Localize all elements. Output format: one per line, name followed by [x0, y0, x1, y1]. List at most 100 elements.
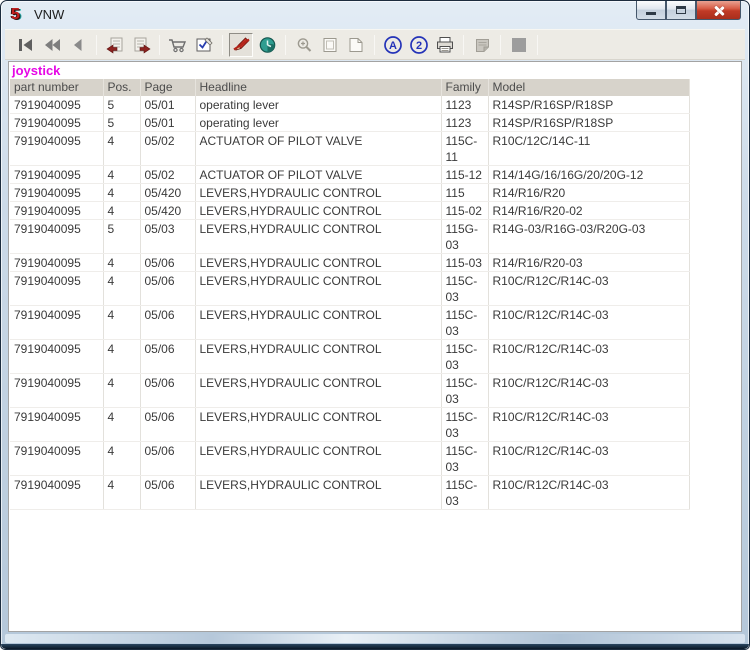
cell-model: R14G-03/R16G-03/R20G-03: [488, 219, 690, 254]
go-to-first-button[interactable]: [14, 33, 38, 57]
results-table: part number Pos. Page Headline Family Model 7…: [10, 79, 690, 510]
cell-headline[interactable]: LEVERS,HYDRAULIC CONTROL: [195, 441, 442, 476]
table-row[interactable]: 7919040095 4 05/06 LEVERS,HYDRAULIC CONTROL…: [10, 305, 690, 340]
maximize-button[interactable]: [666, 1, 696, 20]
cell-headline[interactable]: LEVERS,HYDRAULIC CONTROL: [195, 305, 442, 340]
color-swatch-button[interactable]: [507, 33, 531, 57]
results-pane: joystick part number Pos. Page Headline Fami…: [8, 61, 742, 632]
cell-family: 115C-11: [441, 131, 489, 166]
table-row[interactable]: 7919040095 4 05/06 LEVERS,HYDRAULIC CONTROL…: [10, 475, 690, 510]
zoom-button[interactable]: [292, 33, 316, 57]
column-header-family[interactable]: Family: [441, 79, 489, 96]
table-row[interactable]: 7919040095 4 05/06 LEVERS,HYDRAULIC CONTROL…: [10, 373, 690, 408]
page-view-button[interactable]: [318, 33, 342, 57]
cell-pos: 4: [103, 373, 141, 408]
cell-page: 05/06: [140, 253, 196, 272]
cell-part: 7919040095: [10, 373, 104, 408]
cell-headline[interactable]: operating lever: [195, 96, 442, 114]
cell-family: 115C-03: [441, 441, 489, 476]
back-icon: [74, 38, 82, 51]
page-view-folded-button[interactable]: [344, 33, 368, 57]
search-term-label: joystick: [12, 63, 61, 78]
back-button[interactable]: [66, 33, 90, 57]
column-header-pos[interactable]: Pos.: [103, 79, 141, 96]
cell-pos: 4: [103, 305, 141, 340]
cell-headline[interactable]: LEVERS,HYDRAULIC CONTROL: [195, 339, 442, 374]
toolbar-separator: [374, 34, 375, 55]
table-row[interactable]: 7919040095 4 05/02 ACTUATOR OF PILOT VALVE 1…: [10, 165, 690, 184]
cell-pos: 4: [103, 339, 141, 374]
svg-text:2: 2: [416, 40, 422, 52]
table-row[interactable]: 7919040095 5 05/03 LEVERS,HYDRAULIC CONTROL…: [10, 219, 690, 254]
column-header-part[interactable]: part number: [10, 79, 104, 96]
cell-model: R10C/R12C/R14C-03: [488, 305, 690, 340]
hide-annotations-button[interactable]: [229, 32, 253, 57]
cell-pos: 4: [103, 271, 141, 306]
column-header-model[interactable]: Model: [488, 79, 690, 96]
cell-headline[interactable]: LEVERS,HYDRAULIC CONTROL: [195, 475, 442, 510]
cell-headline[interactable]: ACTUATOR OF PILOT VALVE: [195, 165, 442, 184]
cell-part: 7919040095: [10, 201, 104, 220]
table-row[interactable]: 7919040095 4 05/02 ACTUATOR OF PILOT VALVE 1…: [10, 131, 690, 166]
cell-model: R14/R16/R20: [488, 183, 690, 202]
table-row[interactable]: 7919040095 4 05/06 LEVERS,HYDRAULIC CONTROL…: [10, 407, 690, 442]
globe-clock-button[interactable]: [255, 33, 279, 57]
circled-a-icon: A: [384, 35, 402, 54]
cell-headline[interactable]: LEVERS,HYDRAULIC CONTROL: [195, 271, 442, 306]
notes-button[interactable]: [470, 33, 494, 57]
order-form-button[interactable]: [192, 33, 216, 57]
fast-backward-button[interactable]: [40, 33, 64, 57]
table-row[interactable]: 7919040095 4 05/06 LEVERS,HYDRAULIC CONTROL…: [10, 441, 690, 476]
cell-page: 05/420: [140, 183, 196, 202]
cell-headline[interactable]: LEVERS,HYDRAULIC CONTROL: [195, 183, 442, 202]
document-back-button[interactable]: [103, 33, 127, 57]
notes-pad-icon: [475, 38, 489, 52]
shopping-cart-button[interactable]: [166, 33, 190, 57]
table-row[interactable]: 7919040095 5 05/01 operating lever 1123 R14SP…: [10, 96, 690, 114]
print-button[interactable]: [433, 33, 457, 57]
cell-family: 115C-03: [441, 271, 489, 306]
column-header-page[interactable]: Page: [140, 79, 196, 96]
cell-part: 7919040095: [10, 407, 104, 442]
toolbar-separator: [500, 34, 501, 55]
cell-headline[interactable]: LEVERS,HYDRAULIC CONTROL: [195, 253, 442, 272]
close-button[interactable]: [696, 1, 741, 20]
table-row[interactable]: 7919040095 4 05/420 LEVERS,HYDRAULIC CONTRO…: [10, 201, 690, 220]
cell-pos: 5: [103, 113, 141, 132]
cell-headline[interactable]: LEVERS,HYDRAULIC CONTROL: [195, 201, 442, 220]
title-bar[interactable]: 5 5 VNW: [1, 1, 749, 28]
table-row[interactable]: 7919040095 4 05/420 LEVERS,HYDRAULIC CONTRO…: [10, 183, 690, 202]
highlight-a-button[interactable]: A: [381, 33, 405, 57]
cell-family: 115: [441, 183, 489, 202]
cell-headline[interactable]: operating lever: [195, 113, 442, 132]
cell-family: 115-02: [441, 201, 489, 220]
cell-model: R14SP/R16SP/R18SP: [488, 113, 690, 132]
cell-headline[interactable]: LEVERS,HYDRAULIC CONTROL: [195, 407, 442, 442]
window-frame-glass: [5, 634, 745, 643]
cell-model: R10C/R12C/R14C-03: [488, 407, 690, 442]
maximize-icon: [676, 6, 686, 14]
cell-family: 1123: [441, 96, 489, 114]
highlight-2-button[interactable]: 2: [407, 33, 431, 57]
table-row[interactable]: 7919040095 4 05/06 LEVERS,HYDRAULIC CONTROL…: [10, 253, 690, 272]
cell-model: R14/R16/R20-02: [488, 201, 690, 220]
table-body: 7919040095 5 05/01 operating lever 1123 R14SP…: [10, 96, 690, 510]
document-forward-button[interactable]: [129, 33, 153, 57]
cell-model: R10C/R12C/R14C-03: [488, 271, 690, 306]
table-row[interactable]: 7919040095 4 05/06 LEVERS,HYDRAULIC CONTROL…: [10, 271, 690, 306]
table-row[interactable]: 7919040095 4 05/06 LEVERS,HYDRAULIC CONTROL…: [10, 339, 690, 374]
cell-headline[interactable]: LEVERS,HYDRAULIC CONTROL: [195, 219, 442, 254]
svg-text:A: A: [389, 40, 397, 52]
column-header-headline[interactable]: Headline: [195, 79, 442, 96]
cell-page: 05/420: [140, 201, 196, 220]
cell-model: R10C/R12C/R14C-03: [488, 441, 690, 476]
cell-model: R10C/R12C/R14C-03: [488, 373, 690, 408]
cell-headline[interactable]: ACTUATOR OF PILOT VALVE: [195, 131, 442, 166]
minimize-button[interactable]: [636, 1, 666, 20]
table-row[interactable]: 7919040095 5 05/01 operating lever 1123 R14SP…: [10, 113, 690, 132]
cell-page: 05/06: [140, 271, 196, 306]
printer-icon: [437, 36, 453, 52]
cell-page: 05/03: [140, 219, 196, 254]
cell-headline[interactable]: LEVERS,HYDRAULIC CONTROL: [195, 373, 442, 408]
cell-family: 115-03: [441, 253, 489, 272]
